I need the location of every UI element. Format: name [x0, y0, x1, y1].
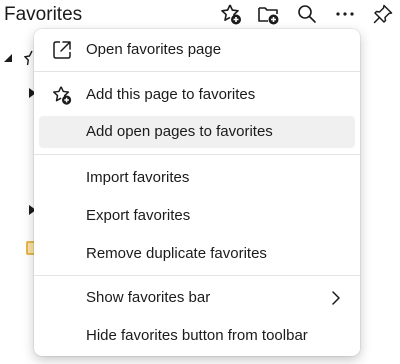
- menu-item-hide-favorites-button[interactable]: Hide favorites button from toolbar: [39, 320, 355, 352]
- add-favorite-button[interactable]: [217, 1, 245, 27]
- folder-add-icon: [258, 7, 279, 25]
- menu-item-label: Remove duplicate favorites: [86, 245, 267, 262]
- search-button[interactable]: [293, 1, 321, 27]
- menu-item-label: Add open pages to favorites: [86, 123, 273, 140]
- menu-item-export-favorites[interactable]: Export favorites: [39, 200, 355, 232]
- menu-item-label: Export favorites: [86, 207, 191, 224]
- menu-item-label: Open favorites page: [86, 41, 222, 58]
- menu-item-show-favorites-bar[interactable]: Show favorites bar: [39, 282, 355, 314]
- menu-item-remove-duplicates[interactable]: Remove duplicate favorites: [39, 238, 355, 270]
- menu-separator: [34, 275, 360, 276]
- menu-item-open-favorites-page[interactable]: Open favorites page: [39, 34, 355, 66]
- panel-title: Favorites: [4, 4, 83, 25]
- menu-item-label: Hide favorites button from toolbar: [86, 327, 308, 344]
- add-folder-button[interactable]: [254, 1, 282, 27]
- menu-item-label: Import favorites: [86, 169, 190, 186]
- favorites-header: Favorites: [0, 0, 400, 30]
- menu-item-label: Add this page to favorites: [86, 86, 256, 103]
- search-icon: [298, 5, 316, 23]
- menu-separator: [34, 154, 360, 155]
- menu-item-import-favorites[interactable]: Import favorites: [39, 162, 355, 194]
- menu-item-label: Show favorites bar: [86, 289, 211, 306]
- chevron-right-icon: [332, 291, 340, 305]
- favorites-more-menu: Open favorites page Add this page to fav…: [34, 29, 360, 356]
- open-external-icon: [53, 41, 71, 59]
- pin-button[interactable]: [369, 1, 397, 27]
- pin-icon: [373, 4, 393, 24]
- star-add-icon: [53, 86, 72, 105]
- menu-item-add-this-page[interactable]: Add this page to favorites: [39, 79, 355, 111]
- more-options-button[interactable]: [331, 1, 359, 27]
- menu-item-add-open-pages[interactable]: Add open pages to favorites: [39, 116, 355, 148]
- star-add-icon: [221, 4, 241, 25]
- collapse-arrow-icon[interactable]: [3, 53, 13, 63]
- more-icon: [336, 12, 354, 16]
- menu-separator: [34, 71, 360, 72]
